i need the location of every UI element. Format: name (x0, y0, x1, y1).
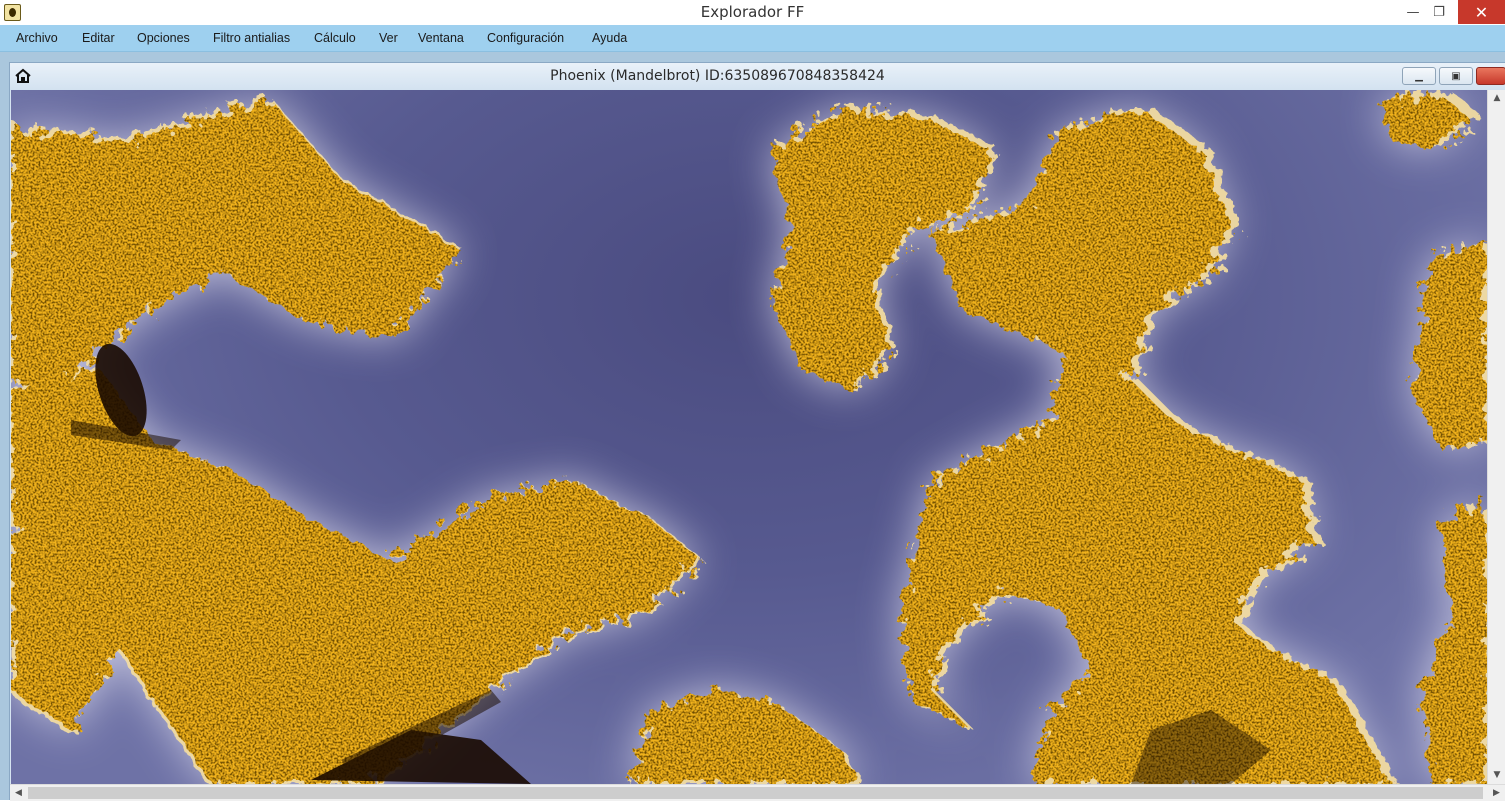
app-title: Explorador FF (700, 3, 805, 21)
fractal-render (11, 90, 1487, 784)
horizontal-scrollbar[interactable]: ◀ ▶ (10, 784, 1505, 801)
horizontal-scroll-thumb[interactable] (28, 787, 1483, 799)
fractal-document-window: Phoenix (Mandelbrot) ID:6350896708483584… (9, 62, 1505, 801)
menu-bar: Archivo Editar Opciones Filtro antialias… (0, 25, 1505, 52)
document-title: Phoenix (Mandelbrot) ID:6350896708483584… (550, 68, 885, 84)
menu-filtro-antialias[interactable]: Filtro antialias (213, 31, 290, 45)
scroll-up-arrow-icon[interactable]: ▲ (1488, 90, 1505, 107)
fractal-image[interactable] (11, 90, 1487, 784)
menu-opciones[interactable]: Opciones (137, 31, 190, 45)
scroll-left-arrow-icon[interactable]: ◀ (10, 785, 27, 802)
app-titlebar: Explorador FF — ❐ ✕ (0, 0, 1505, 25)
scroll-right-arrow-icon[interactable]: ▶ (1488, 785, 1505, 802)
close-button[interactable]: ✕ (1458, 0, 1505, 24)
scroll-down-arrow-icon[interactable]: ▼ (1488, 767, 1505, 784)
menu-archivo[interactable]: Archivo (16, 31, 58, 45)
menu-calculo[interactable]: Cálculo (314, 31, 356, 45)
document-maximize-button[interactable]: ▣ (1439, 67, 1473, 85)
document-minimize-button[interactable]: ▁ (1402, 67, 1436, 85)
menu-configuracion[interactable]: Configuración (487, 31, 564, 45)
vertical-scrollbar[interactable]: ▲ ▼ (1487, 90, 1505, 784)
document-titlebar[interactable]: Phoenix (Mandelbrot) ID:6350896708483584… (10, 63, 1505, 90)
menu-ventana[interactable]: Ventana (418, 31, 464, 45)
menu-editar[interactable]: Editar (82, 31, 115, 45)
menu-ver[interactable]: Ver (379, 31, 398, 45)
mdi-workspace: Phoenix (Mandelbrot) ID:6350896708483584… (0, 52, 1505, 801)
menu-ayuda[interactable]: Ayuda (592, 31, 627, 45)
restore-button[interactable]: ❐ (1422, 0, 1456, 24)
document-close-button[interactable] (1476, 67, 1505, 85)
